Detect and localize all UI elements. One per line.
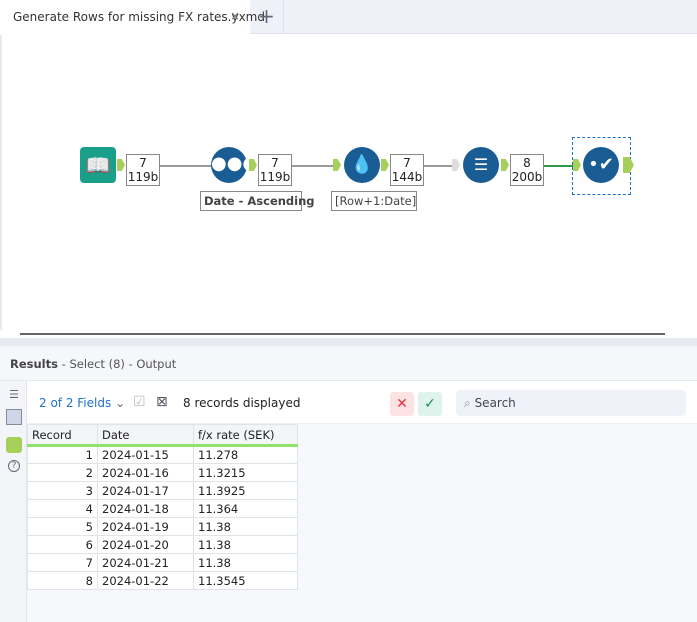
table-row[interactable]: 7 2024-01-21 11.38 [27, 553, 298, 572]
rate-cell[interactable]: 11.364 [193, 499, 298, 518]
table-row[interactable]: 2 2024-01-16 11.3215 [27, 463, 298, 482]
table-row[interactable]: 8 2024-01-22 11.3545 [27, 571, 298, 590]
close-tab-icon[interactable]: × [230, 9, 240, 23]
date-cell[interactable]: 2024-01-22 [97, 571, 194, 590]
tab-workflow[interactable]: Generate Rows for missing FX rates.yxmd … [0, 0, 265, 35]
rate-cell[interactable]: 11.38 [193, 553, 298, 572]
rate-cell[interactable]: 11.3545 [193, 571, 298, 590]
results-header: Results - Select (8) - Output [0, 346, 697, 381]
table-row[interactable]: 4 2024-01-18 11.364 [27, 499, 298, 518]
table-row[interactable]: 6 2024-01-20 11.38 [27, 535, 298, 554]
sort-tool-icon[interactable]: ●●● [211, 147, 258, 183]
date-cell[interactable]: 2024-01-18 [97, 499, 194, 518]
chevron-down-icon: ⌄ [115, 396, 126, 410]
connection-info-box: 8 200b [510, 154, 544, 186]
search-input[interactable]: ⌕ Search [456, 390, 686, 416]
record-cell[interactable]: 7 [27, 553, 98, 572]
date-cell[interactable]: 2024-01-19 [97, 517, 194, 536]
table-row[interactable]: 3 2024-01-17 11.3925 [27, 481, 298, 500]
rate-cell[interactable]: 11.3925 [193, 481, 298, 500]
records-count: 8 records displayed [183, 396, 301, 410]
connection-info-box: 7 119b [126, 154, 160, 186]
date-cell[interactable]: 2024-01-20 [97, 535, 194, 554]
date-cell[interactable]: 2024-01-21 [97, 553, 194, 572]
tab-label: Generate Rows for missing FX rates.yxmd [13, 10, 265, 24]
date-cell[interactable]: 2024-01-15 [97, 445, 194, 464]
input-anchor-icon[interactable] [6, 409, 22, 425]
record-cell[interactable]: 5 [27, 517, 98, 536]
splitter[interactable] [0, 338, 697, 346]
column-header-date[interactable]: Date [97, 424, 194, 447]
results-toolbar: 2 of 2 Fields ⌄ ☑ ⊠ 8 records displayed … [27, 381, 697, 424]
results-grid: Record Date f/x rate (SEK) 1 2024-01-15 11… [27, 424, 697, 622]
results-sidebar: ☰ ? [0, 381, 27, 622]
help-icon[interactable]: ? [8, 460, 20, 472]
sort-annotation: Date - Ascending [200, 191, 315, 211]
connection-line [160, 165, 212, 167]
record-cell[interactable]: 8 [27, 571, 98, 590]
results-title: Results [10, 357, 58, 371]
deselect-icon[interactable]: ⊠ [156, 394, 168, 410]
column-header-record[interactable]: Record [27, 424, 98, 447]
connection-line [544, 165, 574, 167]
connection-info-box: 7 144b [390, 154, 424, 186]
output-anchor-icon[interactable] [6, 437, 22, 453]
record-cell[interactable]: 4 [27, 499, 98, 518]
connection-info-box: 7 119b [258, 154, 292, 186]
checkbox-icon[interactable]: ☑ [133, 394, 146, 410]
connection-line [424, 165, 454, 167]
record-cell[interactable]: 1 [27, 445, 98, 464]
results-subtitle: - Select (8) - Output [61, 357, 177, 371]
results-table: Record Date f/x rate (SEK) 1 2024-01-15 11… [27, 424, 298, 590]
table-row[interactable]: 5 2024-01-19 11.38 [27, 517, 298, 536]
search-icon: ⌕ [464, 396, 471, 410]
cancel-button[interactable]: ✕ [390, 392, 414, 416]
input-data-tool-icon[interactable]: 📖 [80, 147, 116, 183]
record-cell[interactable]: 3 [27, 481, 98, 500]
formula-annotation: [Row+1:Date] [331, 191, 417, 211]
record-cell[interactable]: 2 [27, 463, 98, 482]
generate-rows-tool-icon[interactable]: ☰ [463, 147, 499, 183]
new-tab-button[interactable]: + [250, 0, 284, 34]
select-tool-icon[interactable]: •✔ [583, 147, 619, 183]
table-row[interactable]: 1 2024-01-15 11.278 [27, 445, 298, 464]
date-cell[interactable]: 2024-01-17 [97, 481, 194, 500]
date-cell[interactable]: 2024-01-16 [97, 463, 194, 482]
connection-line [292, 165, 334, 167]
apply-button[interactable]: ✓ [418, 392, 442, 416]
rate-cell[interactable]: 11.38 [193, 517, 298, 536]
rate-cell[interactable]: 11.278 [193, 445, 298, 464]
rate-cell[interactable]: 11.38 [193, 535, 298, 554]
column-header-rate[interactable]: f/x rate (SEK) [193, 424, 298, 447]
record-cell[interactable]: 6 [27, 535, 98, 554]
rate-cell[interactable]: 11.3215 [193, 463, 298, 482]
list-icon[interactable]: ☰ [6, 388, 22, 404]
fields-selector[interactable]: 2 of 2 Fields ⌄ [39, 396, 125, 410]
canvas-scrollbar[interactable] [20, 333, 665, 335]
formula-tool-icon[interactable]: 💧 [344, 147, 380, 183]
